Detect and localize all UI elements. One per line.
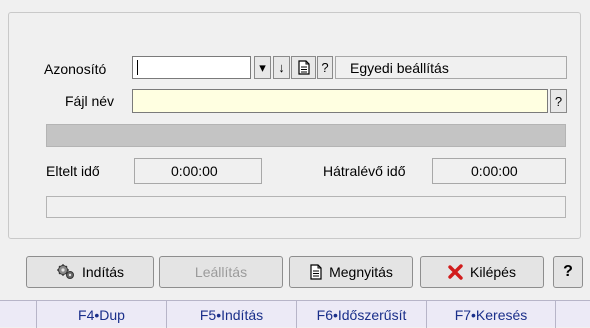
fkey-label: F4•Dup	[78, 306, 125, 323]
fkey-f4-dup[interactable]: F4•Dup	[36, 301, 166, 328]
function-key-bar: F4•Dup F5•Indítás F6•Időszerűsít F7•Kere…	[0, 300, 590, 328]
azonosito-input[interactable]	[132, 56, 251, 79]
eltelt-ido-value: 0:00:00	[171, 163, 218, 179]
arrow-down-icon: ↓	[278, 60, 285, 75]
eltelt-ido-field: 0:00:00	[134, 158, 262, 184]
fkey-label: F5•Indítás	[199, 306, 264, 323]
question-icon: ?	[321, 60, 329, 75]
chevron-down-icon: ▾	[259, 60, 266, 75]
kilepes-button[interactable]: Kilépés	[420, 256, 544, 288]
eltelt-ido-label: Eltelt idő	[46, 163, 100, 179]
help-small-button[interactable]: ?	[317, 56, 333, 79]
megnyitas-label: Megnyitás	[329, 264, 393, 280]
leallitas-button[interactable]: Leállítás	[159, 256, 283, 288]
fkey-f7-kereses[interactable]: F7•Keresés	[426, 301, 556, 328]
sort-button[interactable]: ↓	[273, 56, 290, 79]
fajl-nev-input[interactable]	[132, 89, 548, 113]
azonosito-label: Azonosító	[44, 61, 107, 77]
file-progress-bar	[46, 124, 566, 147]
help-button[interactable]: ?	[553, 256, 583, 288]
leallitas-label: Leállítás	[194, 264, 248, 280]
fkey-label: F6•Időszerűsít	[316, 306, 407, 323]
gears-icon	[56, 264, 74, 279]
kilepes-label: Kilépés	[470, 264, 516, 280]
fkey-f5-inditas[interactable]: F5•Indítás	[166, 301, 296, 328]
dropdown-button[interactable]: ▾	[254, 56, 271, 79]
egyedi-beallitas-text: Egyedi beállítás	[350, 60, 449, 76]
fajl-nev-help-button[interactable]: ?	[550, 89, 567, 113]
document-icon	[310, 264, 322, 280]
question-icon: ?	[554, 93, 563, 109]
fkey-f6-idoszerusit[interactable]: F6•Időszerűsít	[296, 301, 426, 328]
inditas-button[interactable]: Indítás	[26, 256, 154, 288]
inditas-label: Indítás	[81, 264, 125, 280]
document-button[interactable]	[291, 56, 316, 79]
overall-progress-bar	[46, 196, 566, 218]
hatralevo-ido-value: 0:00:00	[471, 163, 518, 179]
fkey-label: F7•Keresés	[454, 306, 528, 323]
text-caret	[137, 60, 138, 75]
megnyitas-button[interactable]: Megnyitás	[289, 256, 413, 288]
close-icon	[448, 264, 463, 280]
fajl-nev-label: Fájl név	[65, 93, 115, 109]
hatralevo-ido-label: Hátralévő idő	[323, 163, 406, 179]
document-icon	[297, 60, 310, 75]
hatralevo-ido-field: 0:00:00	[432, 158, 566, 184]
question-icon: ?	[563, 263, 573, 280]
egyedi-beallitas-field: Egyedi beállítás	[335, 56, 567, 79]
